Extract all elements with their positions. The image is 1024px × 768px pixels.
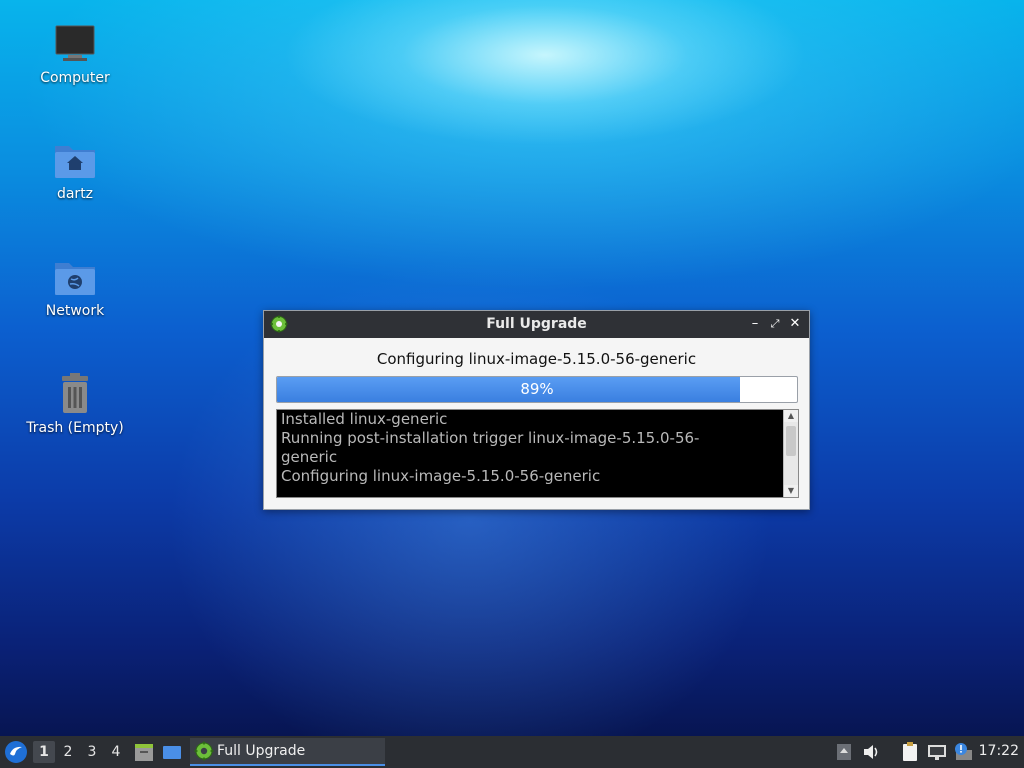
gear-icon	[194, 741, 214, 761]
status-text: Configuring linux-image-5.15.0-56-generi…	[376, 350, 697, 368]
desktop-icon-label: Network	[45, 303, 105, 319]
start-menu-button[interactable]	[4, 740, 28, 764]
log-line: Running post-installation trigger linux-…	[281, 429, 700, 466]
close-button[interactable]: ✕	[786, 315, 804, 333]
update-notifier-icon[interactable]	[952, 741, 974, 763]
tray-arrow-icon[interactable]	[833, 741, 855, 763]
maximize-button[interactable]: ⤢	[766, 315, 784, 333]
file-manager-icon[interactable]	[133, 741, 155, 763]
home-folder-icon	[55, 146, 95, 178]
desktop-icon-home[interactable]: dartz	[10, 138, 140, 202]
progress-bar: 89%	[276, 376, 798, 403]
clipboard-icon[interactable]	[899, 741, 921, 763]
volume-icon[interactable]	[861, 741, 883, 763]
desktop-icon-computer[interactable]: Computer	[10, 22, 140, 86]
minimize-icon: –	[751, 316, 759, 331]
taskbar: 1 2 3 4 Full Upgrade 17:22	[0, 736, 1024, 768]
maximize-icon: ⤢	[770, 317, 780, 330]
workspace-2[interactable]: 2	[57, 741, 79, 763]
progress-label: 89%	[520, 380, 554, 398]
network-icon[interactable]	[926, 741, 948, 763]
scroll-up-icon[interactable]: ▲	[784, 410, 798, 422]
full-upgrade-dialog: Full Upgrade – ⤢ ✕ Configuring linux-ima…	[263, 310, 810, 510]
desktop-icon-label: Trash (Empty)	[26, 420, 124, 436]
desktop-icon-trash[interactable]: Trash (Empty)	[10, 372, 140, 436]
taskbar-item-label: Full Upgrade	[217, 743, 306, 759]
desktop-icon-label: Computer	[40, 70, 110, 86]
desktop-background: Computer dartz Network Trash (Empty) Ful…	[0, 0, 1024, 736]
network-folder-icon	[55, 263, 95, 295]
show-desktop-icon[interactable]	[161, 741, 183, 763]
workspace-4[interactable]: 4	[105, 741, 127, 763]
minimize-button[interactable]: –	[746, 315, 764, 333]
desktop-icon-label: dartz	[56, 186, 94, 202]
close-icon: ✕	[789, 316, 801, 331]
clock[interactable]: 17:22	[979, 743, 1019, 759]
trash-icon	[62, 373, 88, 413]
dialog-title: Full Upgrade	[486, 316, 587, 332]
workspace-1[interactable]: 1	[33, 741, 55, 763]
desktop-icon-network[interactable]: Network	[10, 255, 140, 319]
computer-icon	[55, 25, 95, 61]
log-output[interactable]: Installed linux-generic Running post-ins…	[276, 409, 799, 498]
log-text: Installed linux-generic Running post-ins…	[281, 410, 781, 486]
workspace-3[interactable]: 3	[81, 741, 103, 763]
taskbar-item-full-upgrade[interactable]: Full Upgrade	[190, 738, 385, 766]
log-line: Configuring linux-image-5.15.0-56-generi…	[281, 467, 601, 485]
scroll-down-icon[interactable]: ▼	[784, 485, 798, 497]
dialog-titlebar[interactable]: Full Upgrade – ⤢ ✕	[264, 311, 809, 338]
log-line: Installed linux-generic	[281, 410, 448, 428]
log-scrollbar[interactable]: ▲ ▼	[783, 410, 798, 497]
scrollbar-thumb[interactable]	[786, 426, 796, 456]
